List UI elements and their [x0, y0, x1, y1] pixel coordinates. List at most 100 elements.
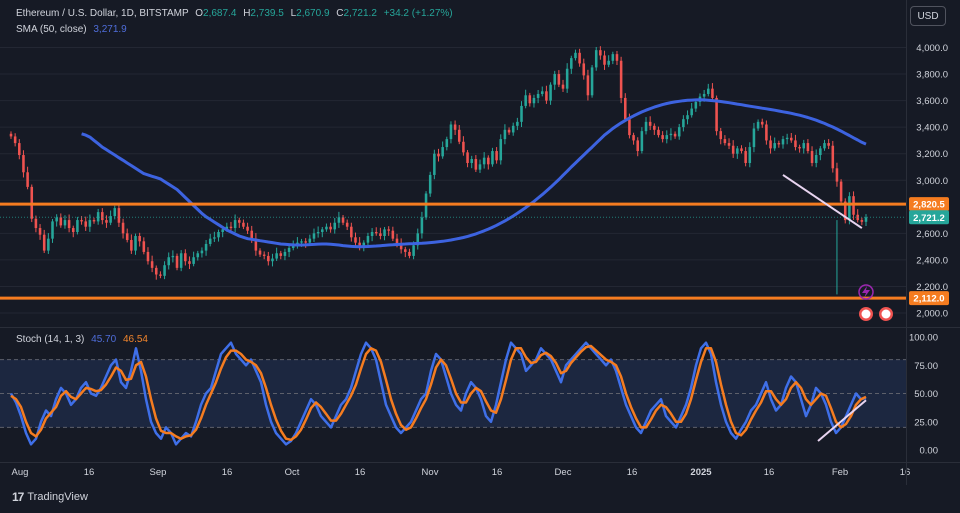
candle-body [669, 133, 673, 136]
price-tick-label: 3,200.0 [916, 149, 948, 160]
candle-body [387, 229, 390, 231]
candle-body [101, 212, 104, 221]
candle-body [487, 157, 490, 165]
candle-body [707, 88, 710, 94]
time-tick-label: 16 [492, 467, 503, 478]
symbol-title: Ethereum / U.S. Dollar, 1D, BITSTAMP [16, 8, 189, 19]
time-tick-label: 16 [627, 467, 638, 478]
candle-body [184, 253, 187, 262]
us-flag-inner-icon [881, 309, 891, 319]
candle-body [839, 181, 843, 202]
candle-body [748, 147, 752, 163]
candle-body [55, 217, 58, 222]
candle-body [623, 97, 627, 120]
candle-body [661, 135, 664, 140]
candle-body [466, 152, 469, 163]
candle-body [167, 257, 170, 266]
candle-body [412, 245, 415, 256]
currency-button[interactable]: USD [910, 6, 946, 26]
candle-body [262, 254, 266, 256]
candle-body [38, 228, 42, 235]
candle-body [258, 250, 262, 255]
candle-body [196, 253, 200, 258]
candle-body [731, 145, 735, 154]
stoch-chart[interactable]: 100.00 75.00 50.00 25.00 0.00 [0, 327, 960, 462]
candle-body [653, 125, 656, 130]
stoch-panel[interactable]: 100.00 75.00 50.00 25.00 0.00 [0, 327, 960, 462]
candle-body [798, 147, 801, 149]
candle-body [171, 255, 175, 258]
candle-body [47, 238, 50, 251]
candle-body [333, 222, 337, 230]
candle-body [437, 153, 440, 157]
candle-body [59, 217, 63, 226]
candle-body [88, 220, 92, 227]
candle-body [428, 174, 432, 194]
stoch-legend[interactable]: Stoch (14, 1, 3) 45.70 46.54 [16, 334, 148, 345]
candle-body [777, 143, 781, 145]
candle-body [125, 233, 129, 240]
candle-body [383, 229, 386, 237]
candle-body [150, 261, 154, 268]
time-axis[interactable]: Aug 16 Sep 16 Oct 16 Nov 16 Dec 16 2025 16 Feb 16 [0, 462, 960, 486]
candle-body [208, 238, 212, 244]
price-tick-label: 2,000.0 [916, 309, 948, 320]
candle-body [516, 121, 519, 126]
price-chart[interactable]: 4,000.0 3,800.0 3,600.0 3,400.0 3,200.0 3,000… [0, 0, 960, 327]
sma-line [81, 98, 867, 249]
candle-body [549, 84, 552, 101]
candle-body [835, 168, 839, 182]
candle-body [806, 143, 810, 152]
candle-body [71, 228, 75, 233]
candle-body [350, 226, 353, 238]
time-tick-label: Nov [422, 467, 439, 478]
time-tick-label: 16 [84, 467, 95, 478]
candle-body [154, 267, 158, 275]
candle-body [574, 52, 577, 59]
candle-body [341, 217, 345, 223]
price-label: 2,112.0 [913, 294, 944, 305]
candle-body [532, 97, 536, 104]
candle-body [470, 159, 473, 163]
open-value: 2,687.4 [203, 8, 237, 19]
stoch-label: Stoch (14, 1, 3) [16, 334, 85, 345]
high-value: 2,739.5 [250, 8, 284, 19]
tradingview-name: TradingView [27, 491, 88, 503]
candle-body [790, 137, 793, 141]
close-label: C [336, 8, 344, 19]
lightning-icon [862, 286, 870, 298]
price-axis-border [906, 0, 907, 485]
candle-body [441, 147, 444, 157]
time-tick-label: Oct [285, 467, 300, 478]
candle-body [279, 253, 283, 256]
candle-body [694, 101, 698, 109]
candle-body [237, 220, 241, 223]
candle-body [503, 129, 507, 140]
candle-body [644, 121, 648, 132]
price-tick-label: 3,000.0 [916, 176, 948, 187]
candle-body [615, 54, 619, 61]
candle-body [200, 250, 204, 254]
candle-body [557, 74, 561, 85]
candle-body [715, 97, 718, 132]
candle-body [42, 234, 46, 251]
sma-legend[interactable]: SMA (50, close) 3,271.9 [16, 24, 127, 35]
tradingview-logo[interactable]: 17 TradingView [12, 490, 88, 504]
candle-body [553, 74, 556, 85]
candle-body [391, 230, 395, 239]
candle-body [482, 157, 486, 165]
candle-body [408, 251, 411, 256]
open-label: O [195, 8, 204, 19]
candle-body [462, 141, 465, 153]
price-panel[interactable]: 4,000.0 3,800.0 3,600.0 3,400.0 3,200.0 3,000… [0, 0, 960, 327]
candle-body [283, 251, 287, 256]
candle-body [690, 108, 693, 116]
stoch-k-value: 45.70 [91, 334, 117, 345]
time-tick-label: Dec [555, 467, 572, 478]
candle-body [736, 148, 739, 154]
candle-body [719, 131, 723, 140]
candle-body [229, 226, 233, 229]
candle-body [860, 220, 864, 222]
candle-body [80, 220, 83, 222]
candle-body [773, 143, 776, 149]
